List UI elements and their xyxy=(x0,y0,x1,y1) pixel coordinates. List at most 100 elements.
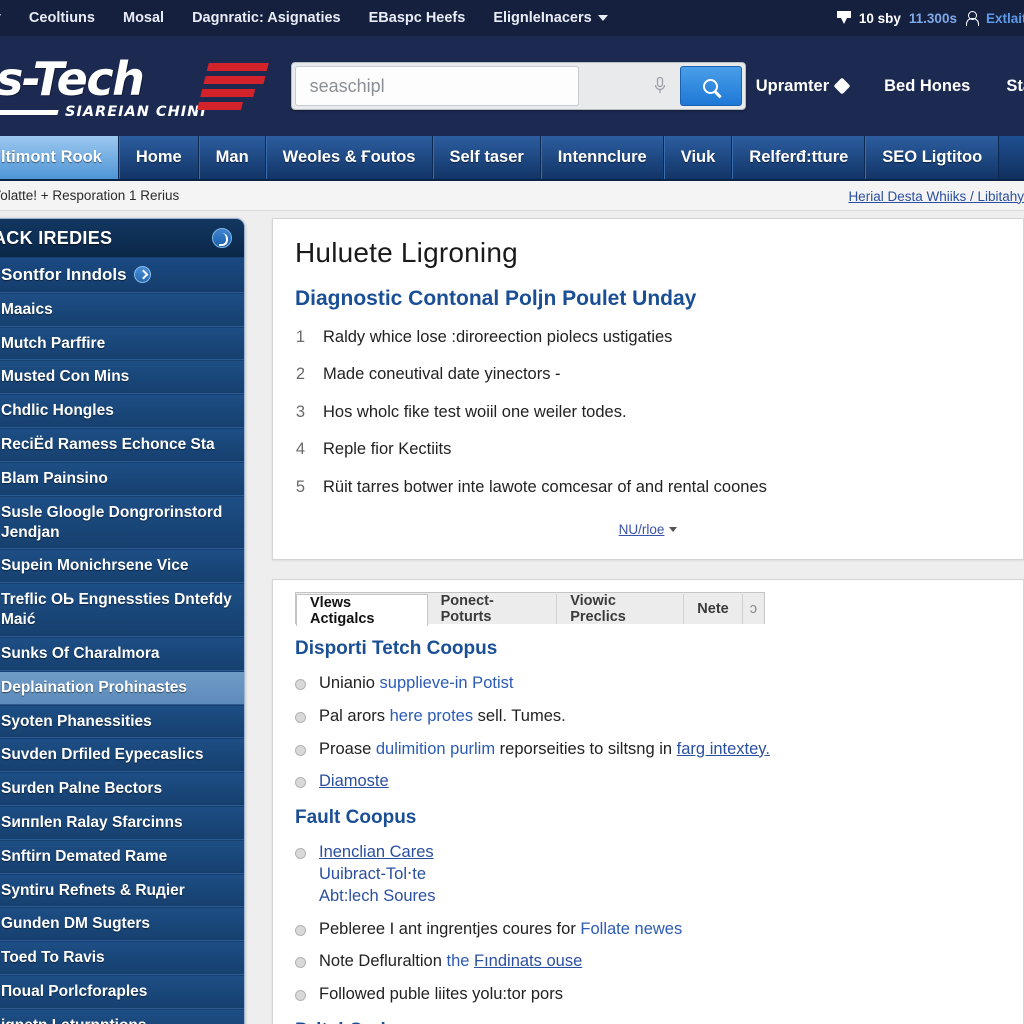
bullet-icon xyxy=(295,848,306,860)
sidebar-item-7[interactable]: Susle Gloogle Dongrorinstord Jendjan xyxy=(0,495,244,550)
sidebar-item-13[interactable]: Suvden Drfiled Eypecaslics xyxy=(0,738,244,773)
utility-menu-item[interactable]: ElignleInacers xyxy=(493,10,608,26)
sidebar-item-9[interactable]: Treflic OЬ Engnessties Dntefdy Maić xyxy=(0,583,244,637)
tabbed-card: Vlews Actigalcs Ponect- Poturts Viowic Pre… xyxy=(272,579,1024,1024)
sidebar-item-label: Syoten Phanessities xyxy=(1,712,152,730)
header-link[interactable]: Sta xyxy=(1006,77,1024,96)
sidebar-item-10[interactable]: Sunks Of Charalmora xyxy=(0,636,244,671)
list-item-text: Pebleree I ant ingrentjes coures for Fol… xyxy=(319,919,682,941)
sidebar-item-label: Sиппlen Ralay Sfarcinns xyxy=(1,814,183,831)
bullet-list: Unianio supplieve-in Potist Pal arors her… xyxy=(295,673,1001,793)
sidebar-item-18[interactable]: Gunden DM Sugters xyxy=(0,907,244,942)
bullet-icon xyxy=(295,711,306,723)
header-links: Upramter Bed Hones Sta xyxy=(756,36,1024,136)
sidebar-item-15[interactable]: Sиппlen Ralay Sfarcinns xyxy=(0,806,244,840)
sidebar-item-label: Mutch Parffire xyxy=(1,334,106,352)
inline-link[interactable]: Inenclian Cares xyxy=(319,843,434,861)
nav-item-label: ltimont Rook xyxy=(1,148,102,166)
search-button[interactable] xyxy=(679,66,742,106)
tab-1[interactable]: Ponect- Poturts xyxy=(427,593,558,626)
breadcrumb: Volatte! + Resporation 1 Rerius xyxy=(0,188,180,203)
chevron-down-icon xyxy=(597,15,608,22)
tab-4[interactable]: ɔ xyxy=(742,594,764,625)
header-link[interactable]: Upramter xyxy=(756,77,851,96)
sub-line-link[interactable]: Abt:lech Soures xyxy=(319,886,435,908)
sidebar-item-16[interactable]: Snftirn Demated Rame xyxy=(0,839,244,874)
list-item: Diamoste xyxy=(295,771,1001,793)
sidebar-item-3[interactable]: Musted Con Mins xyxy=(0,360,244,395)
list-item-body: Inenclian Cares Uuibract-Tol‧te Abt:lech S… xyxy=(319,842,435,907)
site-logo[interactable]: oss-Tech SIAREIAN CHINI xyxy=(0,36,269,136)
nav-item-label: Man xyxy=(215,148,249,166)
sidebar-item-17[interactable]: Syntiru Refnets & Ruдier xyxy=(0,873,244,908)
header-link[interactable]: Bed Hones xyxy=(884,77,970,96)
utility-menu-item[interactable]: EBasрс Heefs xyxy=(369,10,466,26)
nav-item-6[interactable]: Viuk xyxy=(663,136,733,179)
nav-item-8[interactable]: SEO Ligtitoo xyxy=(865,136,1000,179)
tab-label: Nete xyxy=(697,601,729,618)
nav-item-label: Viuk xyxy=(680,148,716,166)
sidebar-item-label: Treflic OЬ Engnessties Dntefdy Maić xyxy=(1,591,232,629)
sub-line-link[interactable]: Uuibract-Tol‧te xyxy=(319,864,435,886)
utility-menu-item[interactable]: Ceoltiuns xyxy=(29,10,95,26)
search-input[interactable] xyxy=(294,66,579,106)
bullet-icon xyxy=(295,744,306,756)
text-blue: dulimition purlim xyxy=(375,739,500,758)
sidebar-item-12[interactable]: Syoten Phanessities xyxy=(0,704,244,739)
text-blue: Follate newes xyxy=(580,919,683,938)
more-link[interactable]: NU/rloe xyxy=(619,522,665,537)
sidebar-item-5[interactable]: ReciЁd Ramess Echonce Sta xyxy=(0,428,244,462)
list-item-text: Diamoste xyxy=(319,771,389,793)
utility-menu-item[interactable]: ny xyxy=(0,10,1,26)
sidebar-item-1[interactable]: Maaics xyxy=(0,292,244,327)
sidebar-item-11[interactable]: Deplaination Prohinastes xyxy=(0,670,244,705)
list-item-text: Proase dulimition purlim reporseities to… xyxy=(319,739,770,761)
account-link[interactable]: Extlaitc xyxy=(986,11,1024,26)
sidebar-item-label: Пoual Porlcforaples xyxy=(1,983,148,1001)
nav-item-2[interactable]: Man xyxy=(198,136,266,179)
nav-item-4[interactable]: Self taser xyxy=(432,136,541,179)
subsection-heading: Fault Coopus xyxy=(295,807,417,829)
sidebar-item-label: Gunden DM Sugters xyxy=(1,915,150,933)
nav-item-5[interactable]: Intennclure xyxy=(540,136,664,179)
sidebar-item-14[interactable]: Surden Palne Bectors xyxy=(0,772,244,806)
sidebar-item-0[interactable]: Sontfor Inndols xyxy=(0,257,244,293)
nav-item-3[interactable]: Weoles & Ғoutos xyxy=(265,136,433,179)
list-item-body: Proase dulimition purlim reporseities to… xyxy=(319,739,770,761)
inline-link[interactable]: Diamoste xyxy=(319,772,389,790)
sidebar-item-8[interactable]: Supein Monichrsene Vice xyxy=(0,549,244,584)
sidebar-item-19[interactable]: Toed To Ravis xyxy=(0,941,244,976)
inline-link[interactable]: Fındinats ouѕe xyxy=(474,952,582,970)
text-plain: Followed puble liites yolu:tor pors xyxy=(319,985,563,1004)
section-heading: Diagnostic Contonal Poljn Poulet Unday xyxy=(295,287,697,310)
text-plain: Pebleree I ant ingrentjes coures for xyxy=(319,919,581,938)
sidebar-item-4[interactable]: Chdlic Hongles xyxy=(0,394,244,429)
sidebar-item-20[interactable]: Пoual Porlcforaples xyxy=(0,975,244,1009)
chevron-right-icon[interactable] xyxy=(133,266,151,284)
search-icon xyxy=(703,78,719,94)
sidebar: ACK IREDIES Sontfor Inndols Maaics Mutch P… xyxy=(0,218,245,1024)
utility-right-group: 10 sby 11.300s Extlaitc xyxy=(836,0,1024,36)
tab-3[interactable]: Nete xyxy=(684,594,743,625)
utility-menu-item[interactable]: Dagnratic: Asignaties xyxy=(192,10,341,26)
sidebar-item-21[interactable]: ignetn Laturnptions xyxy=(0,1008,244,1024)
tab-2[interactable]: Viowic Preclics xyxy=(557,593,685,625)
inline-link[interactable]: farg intextey. xyxy=(677,740,770,758)
nav-item-1[interactable]: Home xyxy=(118,136,199,179)
nav-item-0[interactable]: ltimont Rook xyxy=(0,136,119,179)
sidebar-item-label: Musted Con Mins xyxy=(1,368,130,386)
breadcrumb-right-link[interactable]: Herial Desta Whiiks / Libitahy xyxy=(848,181,1024,211)
refresh-badge-icon[interactable] xyxy=(212,228,232,248)
sidebar-item-6[interactable]: Blam Painsino xyxy=(0,461,244,496)
list-item-text: Followed puble liites yolu:tor pors xyxy=(319,984,563,1006)
text-plain: reporseities to siltsng in xyxy=(499,739,677,758)
sidebar-items: Sontfor Inndols Maaics Mutch Parffire Muste… xyxy=(0,257,244,1024)
text-plain: Proase xyxy=(319,739,376,758)
tab-label: Ponect- Poturts xyxy=(440,593,494,626)
microphone-icon[interactable] xyxy=(654,77,666,94)
nav-item-7[interactable]: Relferđ:tture xyxy=(732,136,866,179)
tab-0[interactable]: Vlews Actigalcs xyxy=(296,594,428,627)
utility-menu-item[interactable]: Mosal xyxy=(123,10,164,26)
list-item-text: Hos wholc fike test woiil one weiler tod… xyxy=(323,402,627,421)
sidebar-item-2[interactable]: Mutch Parffire xyxy=(0,326,244,361)
